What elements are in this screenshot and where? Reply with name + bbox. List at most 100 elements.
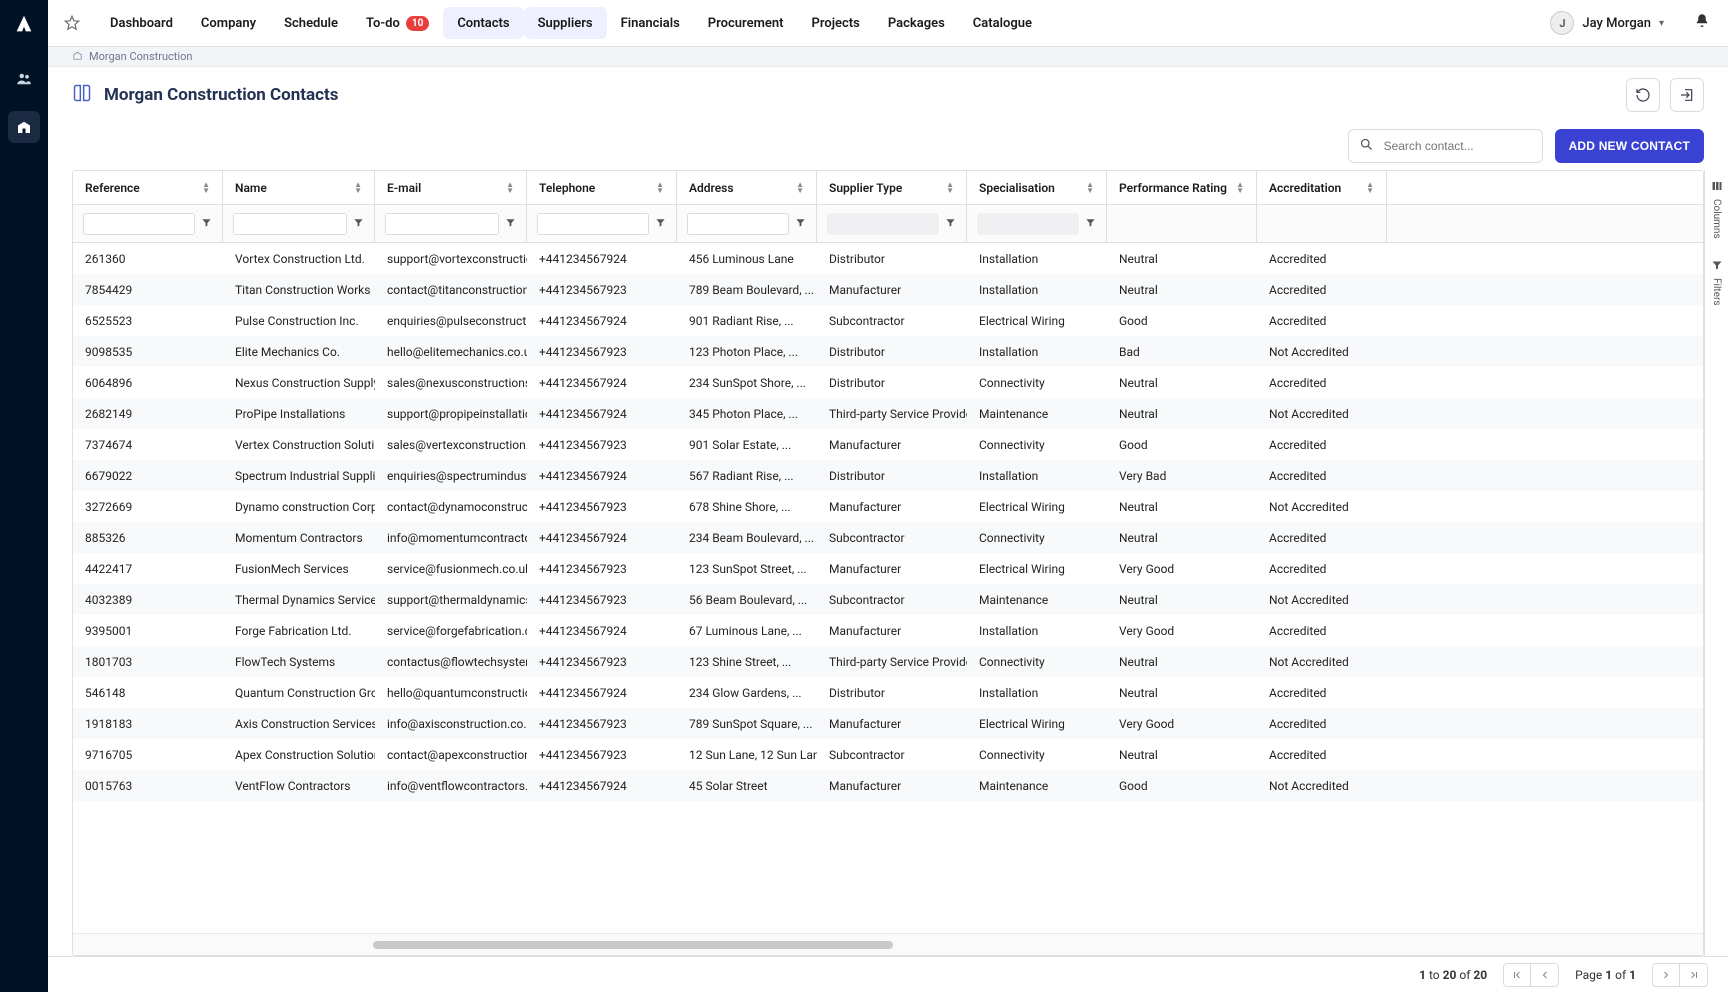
cell-spec: Electrical Wiring xyxy=(967,553,1107,584)
nav-item-contacts[interactable]: Contacts xyxy=(443,7,523,39)
table-row[interactable]: 6525523Pulse Construction Inc.enquiries@… xyxy=(73,305,1703,336)
nav-item-packages[interactable]: Packages xyxy=(874,7,959,39)
column-filter-performance-rating xyxy=(1107,205,1257,242)
table-row[interactable]: 0015763VentFlow Contractorsinfo@ventflow… xyxy=(73,770,1703,801)
cell-ref: 6679022 xyxy=(73,460,223,491)
nav-item-label: Company xyxy=(201,16,256,31)
favorites-star-icon[interactable] xyxy=(48,14,96,32)
table-row[interactable]: 3272669Dynamo construction Corp.contact@… xyxy=(73,491,1703,522)
nav-item-label: Projects xyxy=(812,16,860,31)
sort-icon: ▲▼ xyxy=(656,182,664,194)
filter-funnel-icon[interactable] xyxy=(655,217,666,231)
table-row[interactable]: 4032389Thermal Dynamics Servicessupport@… xyxy=(73,584,1703,615)
cell-name: Momentum Contractors xyxy=(223,522,375,553)
cell-tel: +441234567923 xyxy=(527,553,677,584)
scroll-thumb[interactable] xyxy=(373,941,893,949)
table-row[interactable]: 4422417FusionMech Servicesservice@fusion… xyxy=(73,553,1703,584)
table-row[interactable]: 7374674Vertex Construction Solutions...s… xyxy=(73,429,1703,460)
column-filter-input[interactable] xyxy=(385,213,499,235)
filters-panel-toggle[interactable]: Filters xyxy=(1711,249,1723,316)
cell-spec: Connectivity xyxy=(967,429,1107,460)
nav-item-procurement[interactable]: Procurement xyxy=(694,7,798,39)
nav-item-dashboard[interactable]: Dashboard xyxy=(96,7,187,39)
pager-prev[interactable] xyxy=(1531,963,1559,987)
table-row[interactable]: 9098535Elite Mechanics Co.hello@elitemec… xyxy=(73,336,1703,367)
search-input[interactable] xyxy=(1382,138,1541,154)
column-header-supplier-type[interactable]: Supplier Type▲▼ xyxy=(817,171,967,204)
pager-next[interactable] xyxy=(1652,963,1680,987)
column-filter-name xyxy=(223,205,375,242)
column-filter-input[interactable] xyxy=(233,213,347,235)
notifications-bell-icon[interactable] xyxy=(1684,12,1720,34)
table-row[interactable]: 1918183Axis Construction Servicesinfo@ax… xyxy=(73,708,1703,739)
pager-first[interactable] xyxy=(1503,963,1531,987)
grid-body[interactable]: 261360Vortex Construction Ltd.support@vo… xyxy=(73,243,1703,933)
filter-funnel-icon[interactable] xyxy=(201,217,212,231)
column-filter-input[interactable] xyxy=(537,213,649,235)
column-header-address[interactable]: Address▲▼ xyxy=(677,171,817,204)
cell-tel: +441234567924 xyxy=(527,398,677,429)
column-header-name[interactable]: Name▲▼ xyxy=(223,171,375,204)
nav-item-financials[interactable]: Financials xyxy=(607,7,694,39)
export-button[interactable] xyxy=(1670,78,1704,112)
cell-perf: Very Good xyxy=(1107,553,1257,584)
nav-item-projects[interactable]: Projects xyxy=(798,7,874,39)
pager-last[interactable] xyxy=(1680,963,1708,987)
sort-icon: ▲▼ xyxy=(1086,182,1094,194)
table-row[interactable]: 2682149ProPipe Installationssupport@prop… xyxy=(73,398,1703,429)
table-row[interactable]: 9395001Forge Fabrication Ltd.service@for… xyxy=(73,615,1703,646)
column-header-telephone[interactable]: Telephone▲▼ xyxy=(527,171,677,204)
column-header-e-mail[interactable]: E-mail▲▼ xyxy=(375,171,527,204)
filter-funnel-icon[interactable] xyxy=(795,217,806,231)
columns-panel-toggle[interactable]: Columns xyxy=(1711,170,1723,249)
table-row[interactable]: 546148Quantum Construction Group...hello… xyxy=(73,677,1703,708)
nav-item-to-do[interactable]: To-do10 xyxy=(352,7,443,39)
cell-perf: Neutral xyxy=(1107,739,1257,770)
table-row[interactable]: 6679022Spectrum Industrial Suppliesenqui… xyxy=(73,460,1703,491)
cell-mail: support@propipeinstallations.cc xyxy=(375,398,527,429)
nav-item-schedule[interactable]: Schedule xyxy=(270,7,352,39)
breadcrumb-company[interactable]: Morgan Construction xyxy=(89,50,192,63)
column-header-label: Supplier Type xyxy=(829,181,902,195)
horizontal-scrollbar[interactable] xyxy=(73,933,1703,955)
cell-mail: service@forgefabrication.co.uk. xyxy=(375,615,527,646)
sort-icon: ▲▼ xyxy=(202,182,210,194)
rail-people-icon[interactable] xyxy=(8,63,40,95)
table-row[interactable]: 7854429Titan Construction Workscontact@t… xyxy=(73,274,1703,305)
table-row[interactable]: 6064896Nexus Construction Supplysales@ne… xyxy=(73,367,1703,398)
table-row[interactable]: 261360Vortex Construction Ltd.support@vo… xyxy=(73,243,1703,274)
filter-funnel-icon[interactable] xyxy=(945,217,956,231)
table-row[interactable]: 1801703FlowTech Systemscontactus@flowtec… xyxy=(73,646,1703,677)
cell-ref: 9395001 xyxy=(73,615,223,646)
column-header-label: Reference xyxy=(85,181,140,195)
filter-funnel-icon[interactable] xyxy=(1085,217,1096,231)
nav-item-catalogue[interactable]: Catalogue xyxy=(959,7,1046,39)
rail-building-icon[interactable] xyxy=(8,111,40,143)
cell-ref: 7854429 xyxy=(73,274,223,305)
cell-ref: 9098535 xyxy=(73,336,223,367)
column-header-reference[interactable]: Reference ▲▼ xyxy=(73,171,223,204)
column-header-label: E-mail xyxy=(387,181,421,195)
cell-mail: contactus@flowtechsystems.co xyxy=(375,646,527,677)
filter-funnel-icon[interactable] xyxy=(505,217,516,231)
cell-mail: service@fusionmech.co.uk xyxy=(375,553,527,584)
column-header-specialisation[interactable]: Specialisation▲▼ xyxy=(967,171,1107,204)
user-menu[interactable]: J Jay Morgan ▾ xyxy=(1540,7,1674,39)
cell-name: Thermal Dynamics Services xyxy=(223,584,375,615)
cell-tel: +441234567924 xyxy=(527,770,677,801)
column-header-accreditation[interactable]: Accreditation▲▼ xyxy=(1257,171,1387,204)
cell-spec: Connectivity xyxy=(967,646,1107,677)
refresh-button[interactable] xyxy=(1626,78,1660,112)
nav-item-company[interactable]: Company xyxy=(187,7,270,39)
filter-funnel-icon[interactable] xyxy=(353,217,364,231)
column-filter-input[interactable] xyxy=(83,213,195,235)
cell-ref: 7374674 xyxy=(73,429,223,460)
table-row[interactable]: 885326Momentum Contractorsinfo@momentumc… xyxy=(73,522,1703,553)
column-filter-input[interactable] xyxy=(687,213,789,235)
contacts-book-icon xyxy=(72,83,92,108)
cell-tel: +441234567924 xyxy=(527,305,677,336)
column-header-performance-rating[interactable]: Performance Rating▲▼ xyxy=(1107,171,1257,204)
add-new-contact-button[interactable]: ADD NEW CONTACT xyxy=(1555,129,1704,163)
nav-item-suppliers[interactable]: Suppliers xyxy=(524,7,607,39)
table-row[interactable]: 9716705Apex Construction Solutionscontac… xyxy=(73,739,1703,770)
